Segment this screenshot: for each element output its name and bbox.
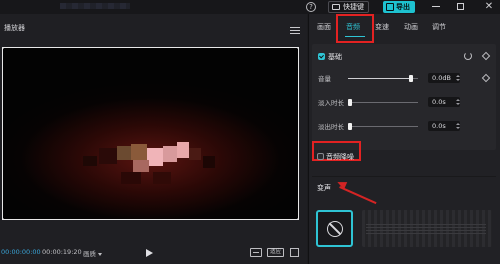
tab-animation[interactable]: 动画 <box>404 22 418 32</box>
export-label: 导出 <box>396 3 410 11</box>
fade-in-value: 0.0s <box>432 98 446 106</box>
minimize-icon[interactable] <box>432 6 440 7</box>
basic-section: 基础 音量 0.0dB 淡入时长 0.0s 淡出时长 0.0s <box>312 44 496 150</box>
mosaic-block <box>147 148 163 166</box>
fade-out-field[interactable]: 0.0s <box>428 121 460 131</box>
ratio-button[interactable]: 适应 <box>267 248 285 257</box>
stepper-icon[interactable] <box>455 99 460 105</box>
volume-slider-knob[interactable] <box>409 75 413 82</box>
noise-reduction-label: 音频降噪 <box>326 153 354 161</box>
resize-handle[interactable] <box>297 48 298 49</box>
blurred-title <box>60 3 130 9</box>
annotation-box-audio-tab <box>336 14 374 43</box>
noise-reduction-checkbox[interactable] <box>317 153 324 160</box>
inspector-tabs: 画面 音频 变速 动画 调节 <box>308 14 500 44</box>
fade-in-slider-knob[interactable] <box>348 99 352 106</box>
mosaic-block <box>163 146 177 162</box>
export-icon <box>386 3 394 11</box>
player-panel: 播放器 <box>0 14 307 264</box>
volume-field[interactable]: 0.0dB <box>428 73 460 83</box>
fade-out-slider[interactable] <box>348 123 418 130</box>
export-button[interactable]: 导出 <box>383 1 415 13</box>
mosaic-block <box>133 160 149 172</box>
volume-label: 音量 <box>318 75 331 83</box>
voice-change-none-option[interactable] <box>316 210 353 247</box>
video-preview[interactable] <box>2 47 299 220</box>
basic-label: 基础 <box>328 53 342 61</box>
stepper-icon[interactable] <box>455 75 460 81</box>
fade-out-label: 淡出时长 <box>318 123 344 131</box>
tab-speed[interactable]: 变速 <box>375 22 389 32</box>
stepper-icon[interactable] <box>455 123 460 129</box>
mosaic-block <box>189 148 201 160</box>
keyframe-icon[interactable] <box>481 73 491 83</box>
fullscreen-icon[interactable] <box>290 248 299 257</box>
mosaic-block <box>153 172 171 184</box>
basic-checkbox[interactable] <box>318 53 325 60</box>
fade-in-slider[interactable] <box>348 99 418 106</box>
shortcut-label: 快捷键 <box>343 3 364 11</box>
section-divider <box>312 176 496 177</box>
inspector-panel: 画面 音频 变速 动画 调节 基础 音量 0.0dB 淡入时长 0.0s 淡出时… <box>308 14 500 264</box>
panel-divider <box>308 14 309 264</box>
keyboard-icon <box>332 4 340 10</box>
mosaic-block <box>83 156 97 166</box>
resize-handle[interactable] <box>3 218 4 219</box>
mosaic-block <box>121 172 141 184</box>
tab-adjust[interactable]: 调节 <box>432 22 446 32</box>
mosaic-block <box>131 144 147 160</box>
volume-slider[interactable] <box>348 75 418 82</box>
current-timecode: 00:00:00:00 <box>1 248 41 256</box>
menu-icon[interactable] <box>290 27 300 28</box>
resize-handle[interactable] <box>297 218 298 219</box>
keyframe-icon[interactable] <box>481 51 491 61</box>
volume-value: 0.0dB <box>432 74 451 82</box>
volume-slider-fill <box>348 78 411 79</box>
fade-in-field[interactable]: 0.0s <box>428 97 460 107</box>
quality-dropdown[interactable]: 画质 <box>83 248 102 258</box>
play-icon[interactable] <box>146 249 153 257</box>
duration-timecode: 00:00:19:20 <box>42 248 82 256</box>
fade-out-value: 0.0s <box>432 122 446 130</box>
title-bar: ? 快捷键 导出 ✕ <box>0 0 500 14</box>
reset-icon[interactable] <box>464 52 472 60</box>
tab-picture[interactable]: 画面 <box>317 22 331 32</box>
waveform-icon[interactable] <box>250 248 262 257</box>
fade-out-slider-knob[interactable] <box>348 123 352 130</box>
mosaic-block <box>99 148 117 164</box>
ban-icon <box>327 221 343 237</box>
voice-change-label: 变声 <box>317 184 331 192</box>
shortcut-button[interactable]: 快捷键 <box>328 1 369 13</box>
quality-label: 画质 <box>83 250 96 258</box>
player-title: 播放器 <box>4 24 25 32</box>
mosaic-block <box>177 142 189 158</box>
voice-change-preset[interactable] <box>362 210 492 247</box>
resize-handle[interactable] <box>3 48 4 49</box>
chevron-down-icon <box>98 252 102 256</box>
fade-in-label: 淡入时长 <box>318 99 344 107</box>
close-icon[interactable]: ✕ <box>484 1 494 13</box>
help-icon[interactable]: ? <box>306 2 316 12</box>
maximize-icon[interactable] <box>457 3 464 10</box>
mosaic-block <box>117 146 131 160</box>
mosaic-block <box>203 156 215 168</box>
